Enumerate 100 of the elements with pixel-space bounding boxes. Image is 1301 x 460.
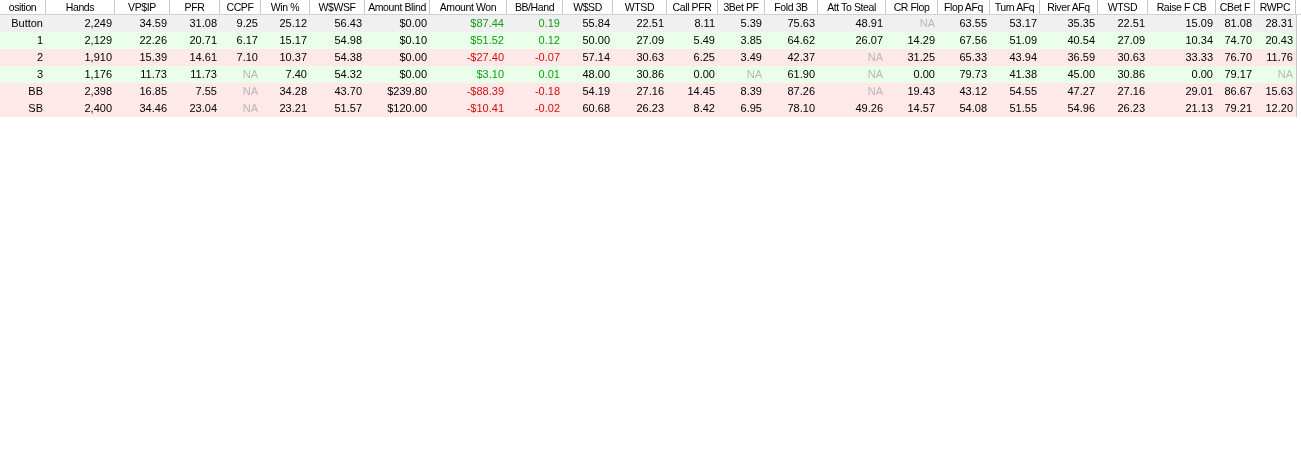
table-cell-text: 0.12 — [537, 33, 561, 48]
column-header[interactable]: RWPC — [1255, 0, 1296, 14]
table-cell-text: 6.17 — [235, 33, 259, 48]
table-cell-text: $87.44 — [469, 16, 505, 31]
table-cell-text: 87.26 — [786, 84, 816, 99]
table-cell-text: 2,129 — [83, 33, 113, 48]
table-cell-text: 79.73 — [958, 67, 988, 82]
table-cell-text: 54.38 — [333, 50, 363, 65]
table-cell-text: 0.00 — [692, 67, 716, 82]
table-cell-text: 3.49 — [739, 50, 763, 65]
column-header[interactable]: Att To Steal — [818, 0, 886, 14]
table-cell-text: 0.01 — [537, 67, 561, 82]
table-cell-text: 36.59 — [1066, 50, 1096, 65]
table-cell-text: 0.19 — [537, 16, 561, 31]
table-cell-text: $0.00 — [398, 50, 428, 65]
column-header[interactable]: PFR — [170, 0, 220, 14]
column-header[interactable]: CCPF — [220, 0, 261, 14]
table-cell-text: 30.63 — [635, 50, 665, 65]
table-cell-text: -0.02 — [533, 101, 561, 116]
table-cell-text: 26.23 — [635, 101, 665, 116]
table-row[interactable]: 1 2,129 22.26 20.71 6.17 15.17 54.98 $0.10 $51.52 0.12 50.00 27.09 5.49 3.85 64.62 26.07 14.29 67.56 51.09 40.54 27.09 10.34 74.70 20.43 — [0, 32, 1296, 49]
column-header[interactable]: WTSD — [613, 0, 667, 14]
column-header[interactable]: Win % — [261, 0, 310, 14]
table-cell-text: 79.21 — [1223, 101, 1253, 116]
column-header[interactable]: CBet F — [1216, 0, 1255, 14]
table-row[interactable]: Button 2,249 34.59 31.08 9.25 25.12 56.43 $0.00 $87.44 0.19 55.84 22.51 8.11 5.39 75.63 48.91 NA 63.55 53.17 35.35 22.51 15.09 81.08 28.31 — [0, 15, 1296, 32]
table-cell-text: 15.17 — [278, 33, 308, 48]
table-cell-text: 21.13 — [1184, 101, 1214, 116]
table-cell-text: 1,176 — [83, 67, 113, 82]
table-cell-text: 61.90 — [786, 67, 816, 82]
column-header[interactable]: Call PFR — [667, 0, 718, 14]
table-cell-text: 22.51 — [1116, 16, 1146, 31]
table-cell-text: 28.31 — [1264, 16, 1294, 31]
table-cell-text: 1,910 — [83, 50, 113, 65]
table-cell-text: 51.09 — [1008, 33, 1038, 48]
column-header[interactable]: Turn AFq — [990, 0, 1040, 14]
table-cell-text: 64.62 — [786, 33, 816, 48]
table-cell-text: 8.39 — [739, 84, 763, 99]
table-cell-text: -$88.39 — [465, 84, 505, 99]
table-cell-text: 5.39 — [739, 16, 763, 31]
column-header[interactable]: CR Flop — [886, 0, 938, 14]
table-row[interactable]: SB 2,400 34.46 23.04 NA 23.21 51.57 $120.00 -$10.41 -0.02 60.68 26.23 8.42 6.95 78.10 49.26 14.57 54.08 51.55 54.96 26.23 21.13 79.21 12.20 — [0, 100, 1296, 117]
column-header[interactable]: VP$IP — [115, 0, 170, 14]
table-row[interactable]: 3 1,176 11.73 11.73 NA 7.40 54.32 $0.00 $3.10 0.01 48.00 30.86 0.00 NA 61.90 NA 0.00 79.73 41.38 45.00 30.86 0.00 79.17 NA — [0, 66, 1296, 83]
table-row[interactable]: BB 2,398 16.85 7.55 NA 34.28 43.70 $239.80 -$88.39 -0.18 54.19 27.16 14.45 8.39 87.26 NA 19.43 43.12 54.55 47.27 27.16 29.01 86.67 15.63 — [0, 83, 1296, 100]
column-header[interactable]: W$SD — [563, 0, 613, 14]
table-cell-text: 43.12 — [958, 84, 988, 99]
table-cell-text: Button — [10, 16, 44, 31]
table-cell-text: 27.09 — [1116, 33, 1146, 48]
table-cell-text: 15.09 — [1184, 16, 1214, 31]
table-cell-text: 22.26 — [138, 33, 168, 48]
column-header[interactable]: River AFq — [1040, 0, 1098, 14]
table-cell-text: 14.61 — [188, 50, 218, 65]
table-cell-text: 48.00 — [581, 67, 611, 82]
table-cell-text: -$10.41 — [465, 101, 505, 116]
table-cell-text: 45.00 — [1066, 67, 1096, 82]
table-cell-text: NA — [1276, 67, 1294, 82]
table-cell-text: NA — [918, 16, 936, 31]
table-cell-text: 27.09 — [635, 33, 665, 48]
table-cell-text: 30.63 — [1116, 50, 1146, 65]
column-header[interactable]: Fold 3B — [765, 0, 818, 14]
table-cell-text: $239.80 — [386, 84, 428, 99]
table-cell-text: 26.07 — [854, 33, 884, 48]
column-header[interactable]: Amount Won — [430, 0, 507, 14]
column-header[interactable]: osition — [0, 0, 46, 14]
table-cell-text: 14.57 — [906, 101, 936, 116]
column-header[interactable]: W$WSF — [310, 0, 365, 14]
table-cell-text: 20.43 — [1264, 33, 1294, 48]
table-cell-text: 11.76 — [1265, 50, 1294, 65]
table-cell-text: 11.73 — [139, 67, 168, 82]
column-header[interactable]: Raise F CB — [1148, 0, 1216, 14]
table-cell-text: 49.26 — [854, 101, 884, 116]
table-cell-text: 22.51 — [635, 16, 665, 31]
table-cell-text: 54.98 — [333, 33, 363, 48]
table-cell-text: NA — [241, 101, 259, 116]
table-cell-text: 0.00 — [912, 67, 936, 82]
table-cell-text: NA — [866, 84, 884, 99]
table-cell-text: 42.37 — [786, 50, 816, 65]
table-cell-text: 23.04 — [188, 101, 218, 116]
column-header[interactable]: Amount Blind — [365, 0, 430, 14]
column-header[interactable]: WTSD — [1098, 0, 1148, 14]
table-cell-text: 7.40 — [284, 67, 308, 82]
table-cell-text: 34.46 — [138, 101, 168, 116]
table-cell-text: 0.00 — [1190, 67, 1214, 82]
table-cell-text: $0.00 — [398, 16, 428, 31]
table-cell-text: 6.25 — [692, 50, 716, 65]
table-row[interactable]: 2 1,910 15.39 14.61 7.10 10.37 54.38 $0.00 -$27.40 -0.07 57.14 30.63 6.25 3.49 42.37 NA 31.25 65.33 43.94 36.59 30.63 33.33 76.70 11.76 — [0, 49, 1296, 66]
table-cell-text: $3.10 — [475, 67, 505, 82]
column-header[interactable]: Flop AFq — [938, 0, 990, 14]
table-cell-text: NA — [866, 50, 884, 65]
table-cell-text: 23.21 — [278, 101, 308, 116]
table-cell-text: 2,400 — [83, 101, 113, 116]
column-header[interactable]: Hands — [46, 0, 115, 14]
table-cell-text: 2,249 — [83, 16, 113, 31]
table-cell-text: 43.70 — [333, 84, 363, 99]
column-header[interactable]: BB/Hand — [507, 0, 563, 14]
column-header[interactable]: 3Bet PF — [718, 0, 765, 14]
table-cell-text: 6.95 — [739, 101, 763, 116]
table-cell-text: 7.10 — [235, 50, 259, 65]
table-cell-text: NA — [866, 67, 884, 82]
